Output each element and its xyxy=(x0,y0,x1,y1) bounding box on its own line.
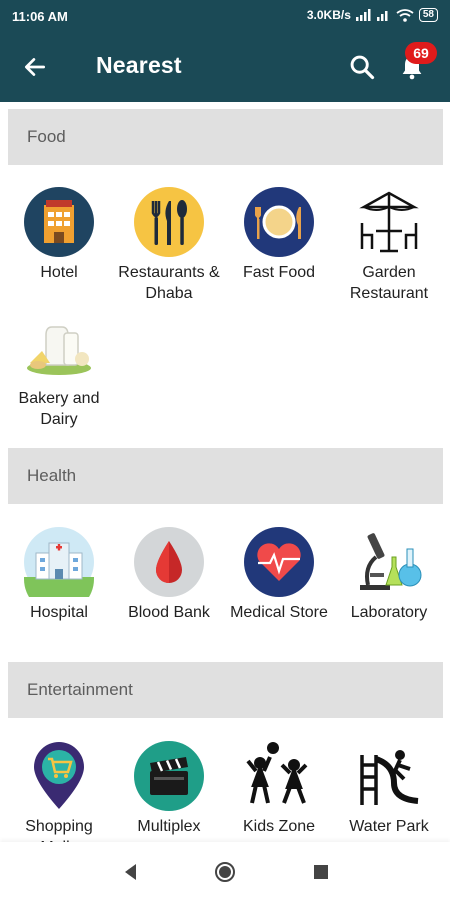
category-shopping-malls[interactable]: Shopping Malls xyxy=(5,741,113,858)
battery-icon: 58 xyxy=(418,8,438,22)
wifi-icon xyxy=(396,8,414,22)
blood-drop-icon xyxy=(134,527,204,597)
plate-icon xyxy=(244,187,314,257)
signal-icon xyxy=(355,9,371,21)
cutlery-icon xyxy=(134,187,204,257)
status-indicators: 3.0KB/s 58 xyxy=(307,8,438,22)
category-water-park[interactable]: Water Park xyxy=(335,741,443,837)
status-bar: 11:06 AM 3.0KB/s 58 xyxy=(0,0,450,32)
garden-table-icon xyxy=(359,191,419,253)
category-label: Garden Restaurant xyxy=(349,264,429,302)
nav-back-icon[interactable] xyxy=(120,861,142,883)
status-time: 11:06 AM xyxy=(12,9,68,24)
category-label: Hospital xyxy=(30,604,88,621)
category-bakery-dairy[interactable]: Bakery and Dairy xyxy=(5,313,113,430)
notification-badge[interactable]: 69 xyxy=(405,42,437,64)
category-label: Kids Zone xyxy=(242,818,316,835)
category-label: Blood Bank xyxy=(128,604,210,621)
hotel-icon xyxy=(24,187,94,257)
category-label: Water Park xyxy=(349,818,429,835)
heartbeat-icon xyxy=(244,527,314,597)
network-speed: 3.0KB/s xyxy=(306,8,351,22)
system-navigation-bar xyxy=(0,842,450,900)
category-label: Fast Food xyxy=(242,264,316,281)
category-label: Bakery and Dairy xyxy=(18,390,100,428)
category-blood-bank[interactable]: Blood Bank xyxy=(115,527,223,623)
nav-home-icon[interactable] xyxy=(214,861,236,883)
volte-signal-icon xyxy=(376,11,388,21)
back-arrow-icon[interactable] xyxy=(22,54,48,80)
app-bar: Nearest 69 xyxy=(0,32,450,102)
hospital-icon xyxy=(24,527,94,597)
category-label: Hotel xyxy=(40,264,78,281)
category-label: Restaurants & Dhaba xyxy=(118,264,220,302)
category-hotel[interactable]: Hotel xyxy=(5,187,113,283)
page-title: Nearest xyxy=(96,52,182,78)
kids-playing-icon xyxy=(246,742,308,804)
section-header-health: Health xyxy=(8,448,443,504)
microscope-icon xyxy=(360,533,422,590)
dairy-products-icon xyxy=(27,326,91,375)
shopping-cart-pin-icon xyxy=(34,742,84,809)
section-header-food: Food xyxy=(8,109,443,165)
category-restaurants-dhaba[interactable]: Restaurants & Dhaba xyxy=(115,187,223,304)
category-laboratory[interactable]: Laboratory xyxy=(335,527,443,623)
water-slide-icon xyxy=(360,750,419,805)
category-multiplex[interactable]: Multiplex xyxy=(115,741,223,837)
category-fast-food[interactable]: Fast Food xyxy=(225,187,333,283)
category-label: Medical Store xyxy=(230,604,328,621)
category-garden-restaurant[interactable]: Garden Restaurant xyxy=(335,187,443,304)
clapperboard-icon xyxy=(134,741,204,811)
section-header-entertainment: Entertainment xyxy=(8,662,443,718)
category-kids-zone[interactable]: Kids Zone xyxy=(225,741,333,837)
category-hospital[interactable]: Hospital xyxy=(5,527,113,623)
category-label: Multiplex xyxy=(137,818,201,835)
nav-recents-icon[interactable] xyxy=(310,861,332,883)
category-medical-store[interactable]: Medical Store xyxy=(225,527,333,623)
search-icon[interactable] xyxy=(348,53,376,81)
category-label: Laboratory xyxy=(350,604,428,621)
